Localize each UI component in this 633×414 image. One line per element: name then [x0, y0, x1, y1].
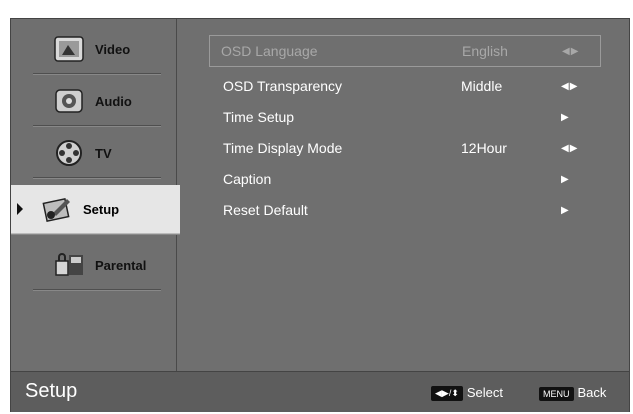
sidebar-item-parental[interactable]: Parental	[33, 241, 161, 290]
audio-icon	[51, 83, 87, 119]
back-label: Back	[577, 385, 607, 400]
left-right-arrows-icon[interactable]: ◀▶	[562, 36, 579, 67]
right-arrow-icon[interactable]: ▶	[561, 164, 570, 195]
sidebar-item-label: TV	[95, 145, 112, 161]
menu-row-osd-transparency[interactable]: OSD Transparency Middle ◀▶	[209, 71, 601, 102]
back-hint: MENU Back	[539, 385, 606, 401]
select-label: Select	[466, 385, 504, 400]
menu-row-label: Time Display Mode	[223, 140, 343, 156]
setup-menu: OSD Language English ◀▶ OSD Transparency…	[209, 35, 601, 226]
sidebar-item-video[interactable]: Video	[33, 25, 161, 74]
menu-row-time-display-mode[interactable]: Time Display Mode 12Hour ◀▶	[209, 133, 601, 164]
menu-key-icon: MENU	[539, 386, 574, 401]
footer-bar: Setup ◀▶/⬍ Select MENU Back	[11, 371, 629, 412]
menu-row-caption[interactable]: Caption ▶	[209, 164, 601, 195]
category-sidebar: Video Audio TV Setup Parental	[11, 19, 180, 371]
sidebar-item-label: Video	[95, 41, 131, 57]
menu-row-reset-default[interactable]: Reset Default ▶	[209, 195, 601, 226]
page-title: Setup	[25, 380, 78, 402]
osd-screen: Video Audio TV Setup Parental OSD Langua…	[10, 18, 630, 412]
menu-row-label: Caption	[223, 171, 272, 187]
tv-reel-icon	[51, 135, 87, 171]
right-arrow-icon[interactable]: ▶	[561, 102, 570, 133]
left-right-arrows-icon[interactable]: ◀▶	[561, 71, 578, 102]
menu-row-label: OSD Language	[221, 43, 318, 59]
sidebar-item-label: Setup	[83, 201, 120, 217]
left-right-arrows-icon[interactable]: ◀▶	[561, 133, 578, 164]
parental-icon	[51, 247, 87, 283]
navigate-keys-icon: ◀▶/⬍	[431, 386, 463, 402]
select-hint: ◀▶/⬍ Select	[431, 385, 504, 402]
setup-icon	[39, 191, 75, 227]
sidebar-item-label: Parental	[95, 257, 147, 273]
menu-row-time-setup[interactable]: Time Setup ▶	[209, 102, 601, 133]
menu-row-label: Reset Default	[223, 202, 308, 218]
menu-row-value: 12Hour	[461, 140, 507, 156]
right-arrow-icon[interactable]: ▶	[561, 195, 570, 226]
sidebar-item-tv[interactable]: TV	[33, 129, 161, 178]
menu-row-osd-language[interactable]: OSD Language English ◀▶	[209, 35, 601, 67]
sidebar-item-audio[interactable]: Audio	[33, 77, 161, 126]
sidebar-item-setup[interactable]: Setup	[11, 185, 180, 234]
menu-row-value: English	[462, 43, 508, 59]
selection-arrow-icon	[17, 203, 23, 215]
video-icon	[51, 31, 87, 67]
menu-row-label: Time Setup	[223, 109, 295, 125]
menu-row-value: Middle	[461, 78, 503, 94]
sidebar-item-label: Audio	[95, 93, 132, 109]
menu-row-label: OSD Transparency	[223, 78, 343, 94]
